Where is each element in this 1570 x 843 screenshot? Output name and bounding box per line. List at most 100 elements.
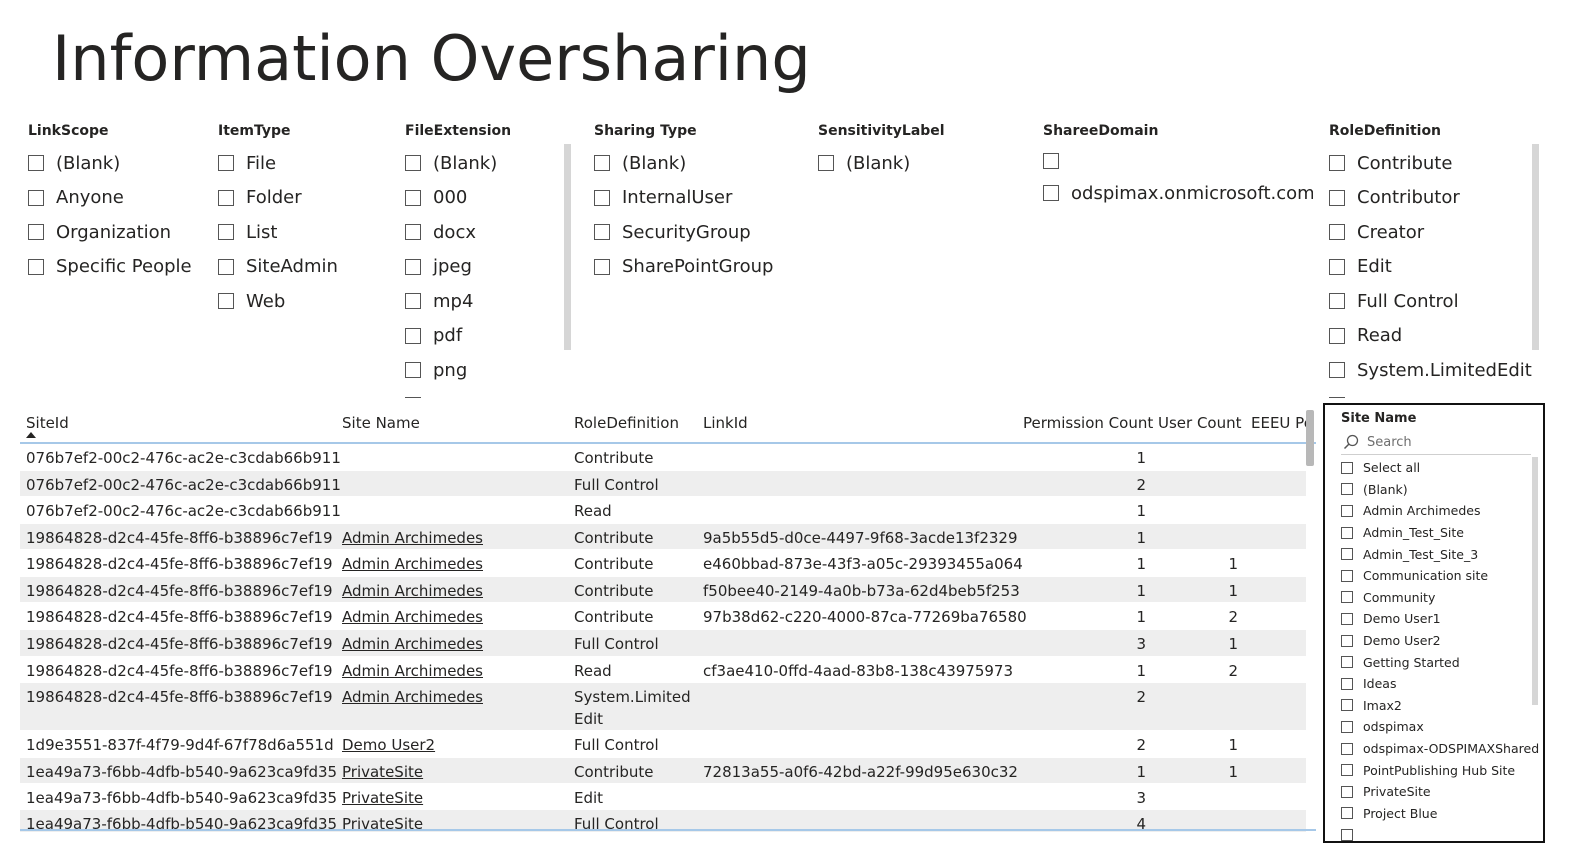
- table-row[interactable]: 19864828-d2c4-45fe-8ff6-b38896c7ef19 Adm…: [20, 657, 1306, 683]
- slicer-option[interactable]: Web: [218, 284, 388, 319]
- checkbox[interactable]: [218, 155, 234, 172]
- checkbox[interactable]: [405, 293, 421, 310]
- table-row[interactable]: 076b7ef2-00c2-476c-ac2e-c3cdab66b911 Con…: [20, 444, 1306, 471]
- slicer-option[interactable]: SharePointGroup: [594, 250, 804, 285]
- cell-sitename[interactable]: Admin Archimedes: [342, 688, 483, 706]
- cell-sitename[interactable]: Admin Archimedes: [342, 608, 483, 626]
- site-option[interactable]: PrivateSite: [1341, 781, 1539, 803]
- column-header-sitename[interactable]: Site Name: [342, 414, 420, 432]
- checkbox[interactable]: [1341, 764, 1353, 777]
- checkbox[interactable]: [1341, 591, 1353, 604]
- checkbox[interactable]: [405, 396, 421, 398]
- site-option[interactable]: Community: [1341, 587, 1539, 609]
- checkbox[interactable]: [1329, 155, 1345, 172]
- checkbox[interactable]: [1329, 362, 1345, 379]
- cell-sitename[interactable]: Admin Archimedes: [342, 635, 483, 653]
- checkbox[interactable]: [218, 258, 234, 275]
- slicer-option[interactable]: png: [405, 353, 580, 388]
- checkbox[interactable]: [1341, 656, 1353, 669]
- slicer-option[interactable]: [1043, 146, 1313, 176]
- slicer-option[interactable]: pdf: [405, 319, 580, 354]
- checkbox[interactable]: [1341, 526, 1353, 539]
- checkbox[interactable]: [1341, 807, 1353, 820]
- slicer-option[interactable]: Organization: [28, 215, 198, 250]
- checkbox[interactable]: [1341, 720, 1353, 733]
- checkbox[interactable]: [218, 224, 234, 241]
- checkbox[interactable]: [218, 189, 234, 206]
- checkbox[interactable]: [218, 293, 234, 310]
- table-row[interactable]: 19864828-d2c4-45fe-8ff6-b38896c7ef19 Adm…: [20, 577, 1306, 603]
- checkbox[interactable]: [818, 155, 834, 172]
- column-header-linkid[interactable]: LinkId: [703, 414, 748, 432]
- slicer-option[interactable]: System.LimitedEdit: [1329, 353, 1539, 388]
- slicer-option[interactable]: (Blank): [594, 146, 804, 181]
- table-row[interactable]: 076b7ef2-00c2-476c-ac2e-c3cdab66b911 Ful…: [20, 471, 1306, 497]
- checkbox[interactable]: [28, 189, 44, 206]
- slicer-option[interactable]: SiteAdmin: [218, 250, 388, 285]
- slicer-option[interactable]: Contributor: [1329, 181, 1539, 216]
- cell-sitename[interactable]: Admin Archimedes: [342, 555, 483, 573]
- checkbox[interactable]: [1341, 677, 1353, 690]
- site-option[interactable]: [1341, 824, 1539, 841]
- checkbox[interactable]: [594, 189, 610, 206]
- slicer-option[interactable]: Specific People: [28, 250, 198, 285]
- slicer-option[interactable]: [1329, 388, 1539, 398]
- column-header-eeeu[interactable]: EEEU Pe: [1251, 414, 1313, 432]
- slicer-option[interactable]: 000: [405, 181, 580, 216]
- checkbox[interactable]: [594, 155, 610, 172]
- site-option[interactable]: Demo User1: [1341, 608, 1539, 630]
- table-row[interactable]: 1ea49a73-f6bb-4dfb-b540-9a623ca9fd35 Pri…: [20, 758, 1306, 784]
- slicer-option[interactable]: (Blank): [818, 146, 1028, 181]
- site-option[interactable]: Communication site: [1341, 565, 1539, 587]
- checkbox[interactable]: [1329, 327, 1345, 344]
- cell-sitename[interactable]: Admin Archimedes: [342, 662, 483, 680]
- search-box[interactable]: Search: [1341, 432, 1531, 455]
- checkbox[interactable]: [1341, 634, 1353, 647]
- slicer-option[interactable]: Full Control: [1329, 284, 1539, 319]
- checkbox[interactable]: [405, 224, 421, 241]
- table-row[interactable]: 19864828-d2c4-45fe-8ff6-b38896c7ef19 Adm…: [20, 524, 1306, 550]
- site-list-scrollbar[interactable]: [1532, 457, 1538, 705]
- slicer-option[interactable]: jpeg: [405, 250, 580, 285]
- slicer-option[interactable]: SecurityGroup: [594, 215, 804, 250]
- cell-sitename[interactable]: Demo User2: [342, 736, 435, 754]
- checkbox[interactable]: [1329, 396, 1345, 398]
- site-option[interactable]: odspimax: [1341, 716, 1539, 738]
- table-row[interactable]: 076b7ef2-00c2-476c-ac2e-c3cdab66b911 Rea…: [20, 497, 1306, 524]
- column-header-roledefinition[interactable]: RoleDefinition: [574, 414, 679, 432]
- site-option[interactable]: Imax2: [1341, 695, 1539, 717]
- site-option-select-all[interactable]: Select all: [1341, 457, 1539, 479]
- column-header-permission-count[interactable]: Permission Count: [1023, 414, 1153, 432]
- slicer-option[interactable]: List: [218, 215, 388, 250]
- site-option[interactable]: (Blank): [1341, 479, 1539, 501]
- slicer-option[interactable]: Folder: [218, 181, 388, 216]
- slicer-option[interactable]: docx: [405, 215, 580, 250]
- cell-sitename[interactable]: PrivateSite: [342, 789, 423, 807]
- table-row[interactable]: 19864828-d2c4-45fe-8ff6-b38896c7ef19 Adm…: [20, 630, 1306, 657]
- table-row[interactable]: 19864828-d2c4-45fe-8ff6-b38896c7ef19 Adm…: [20, 683, 1306, 731]
- search-input[interactable]: Search: [1367, 435, 1412, 450]
- table-scrollbar[interactable]: [1306, 410, 1314, 466]
- table-row[interactable]: 1ea49a73-f6bb-4dfb-b540-9a623ca9fd35 Pri…: [20, 784, 1306, 810]
- slicer-option[interactable]: Anyone: [28, 181, 198, 216]
- slicer-option[interactable]: Contribute: [1329, 146, 1539, 181]
- slicer-option[interactable]: mp4: [405, 284, 580, 319]
- slicer-option[interactable]: (Blank): [405, 146, 580, 181]
- checkbox[interactable]: [1341, 483, 1353, 496]
- checkbox[interactable]: [1043, 153, 1059, 169]
- checkbox[interactable]: [1329, 224, 1345, 241]
- checkbox[interactable]: [1341, 742, 1353, 755]
- site-option[interactable]: Getting Started: [1341, 651, 1539, 673]
- slicer-option[interactable]: InternalUser: [594, 181, 804, 216]
- checkbox[interactable]: [405, 155, 421, 172]
- site-option[interactable]: Demo User2: [1341, 630, 1539, 652]
- checkbox[interactable]: [28, 258, 44, 275]
- slicer-option[interactable]: File: [218, 146, 388, 181]
- checkbox[interactable]: [405, 362, 421, 379]
- checkbox[interactable]: [1341, 828, 1353, 841]
- checkbox[interactable]: [1329, 293, 1345, 310]
- checkbox[interactable]: [1341, 504, 1353, 517]
- checkbox[interactable]: [1329, 189, 1345, 206]
- checkbox[interactable]: [405, 258, 421, 275]
- checkbox[interactable]: [1043, 185, 1059, 201]
